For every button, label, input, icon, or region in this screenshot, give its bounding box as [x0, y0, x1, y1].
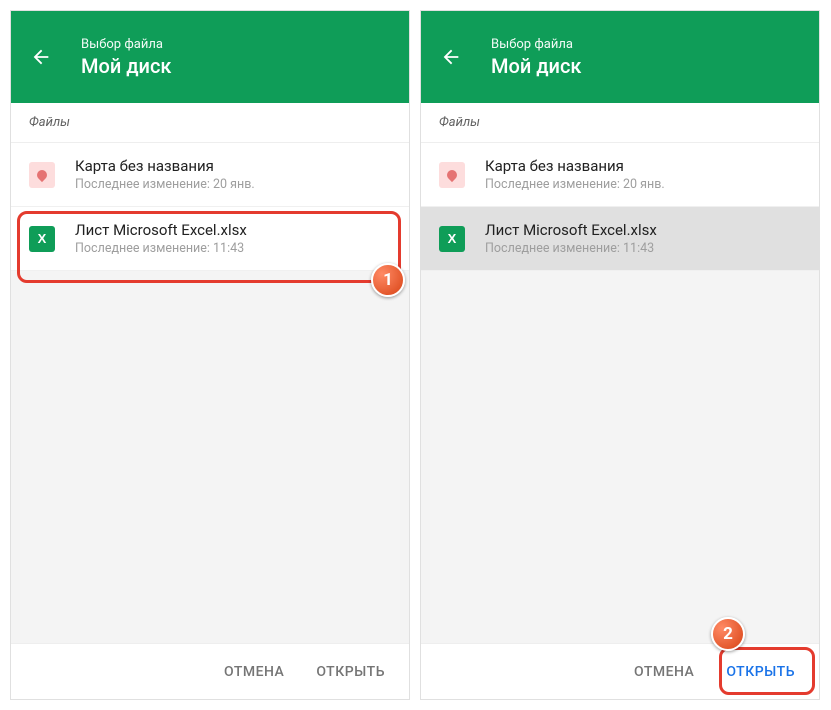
file-item-excel[interactable]: Лист Microsoft Excel.xlsx Последнее изме… — [421, 207, 819, 271]
excel-icon — [29, 226, 55, 252]
file-title: Карта без названия — [485, 157, 665, 175]
footer: ОТМЕНА ОТКРЫТЬ — [11, 643, 409, 699]
map-pin-icon — [29, 162, 55, 188]
file-list: Карта без названия Последнее изменение: … — [421, 143, 819, 271]
file-text: Карта без названия Последнее изменение: … — [485, 157, 665, 192]
app-header: Выбор файла Мой диск — [421, 11, 819, 103]
cancel-button[interactable]: ОТМЕНА — [620, 654, 708, 690]
header-title: Мой диск — [491, 54, 581, 78]
header-title: Мой диск — [81, 54, 171, 78]
screenshot-step-1: Выбор файла Мой диск Файлы Карта без наз… — [10, 10, 410, 700]
file-text: Лист Microsoft Excel.xlsx Последнее изме… — [75, 221, 247, 256]
header-text: Выбор файла Мой диск — [81, 37, 171, 78]
file-text: Лист Microsoft Excel.xlsx Последнее изме… — [485, 221, 657, 256]
screenshot-step-2: Выбор файла Мой диск Файлы Карта без наз… — [420, 10, 820, 700]
empty-area — [421, 271, 819, 643]
open-button[interactable]: ОТКРЫТЬ — [302, 654, 399, 690]
app-header: Выбор файла Мой диск — [11, 11, 409, 103]
file-title: Лист Microsoft Excel.xlsx — [485, 221, 657, 239]
file-item-excel[interactable]: Лист Microsoft Excel.xlsx Последнее изме… — [11, 207, 409, 271]
cancel-button[interactable]: ОТМЕНА — [210, 654, 298, 690]
excel-icon — [439, 226, 465, 252]
empty-area — [11, 271, 409, 643]
file-meta: Последнее изменение: 11:43 — [485, 241, 657, 256]
file-meta: Последнее изменение: 20 янв. — [485, 177, 665, 192]
back-arrow-icon[interactable] — [439, 45, 463, 69]
footer: ОТМЕНА ОТКРЫТЬ — [421, 643, 819, 699]
back-arrow-icon[interactable] — [29, 45, 53, 69]
file-item-map[interactable]: Карта без названия Последнее изменение: … — [421, 143, 819, 207]
section-label: Файлы — [421, 103, 819, 143]
file-title: Карта без названия — [75, 157, 255, 175]
header-subtitle: Выбор файла — [491, 37, 581, 52]
file-item-map[interactable]: Карта без названия Последнее изменение: … — [11, 143, 409, 207]
file-meta: Последнее изменение: 11:43 — [75, 241, 247, 256]
file-list: Карта без названия Последнее изменение: … — [11, 143, 409, 271]
header-text: Выбор файла Мой диск — [491, 37, 581, 78]
file-title: Лист Microsoft Excel.xlsx — [75, 221, 247, 239]
section-label: Файлы — [11, 103, 409, 143]
map-pin-icon — [439, 162, 465, 188]
header-subtitle: Выбор файла — [81, 37, 171, 52]
file-text: Карта без названия Последнее изменение: … — [75, 157, 255, 192]
open-button[interactable]: ОТКРЫТЬ — [712, 654, 809, 690]
file-meta: Последнее изменение: 20 янв. — [75, 177, 255, 192]
